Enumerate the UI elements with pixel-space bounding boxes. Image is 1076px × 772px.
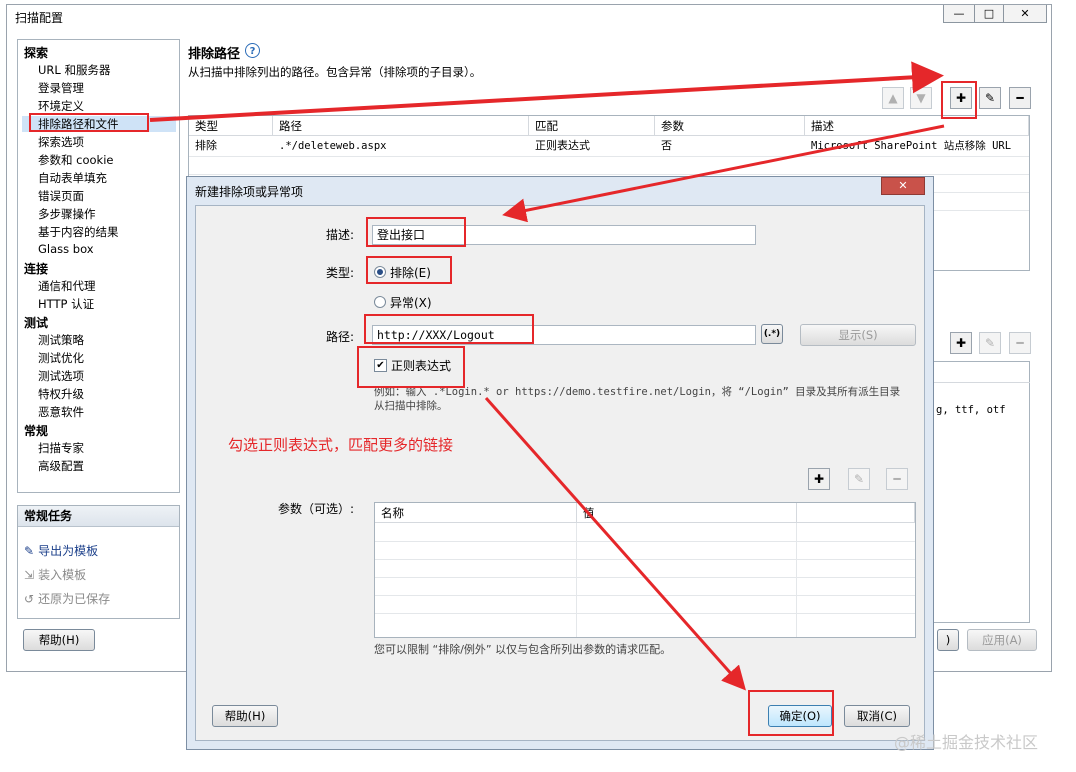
arrow-sidebar-to-add [149,61,944,122]
watermark: @稀土掘金技术社区 [894,733,1039,752]
arrow-regex-to-ok [484,397,746,691]
annotation-arrows [149,61,945,691]
arrow-add-to-dialog [502,124,945,223]
annotation-text: 勾选正则表达式，匹配更多的链接 [228,436,454,454]
